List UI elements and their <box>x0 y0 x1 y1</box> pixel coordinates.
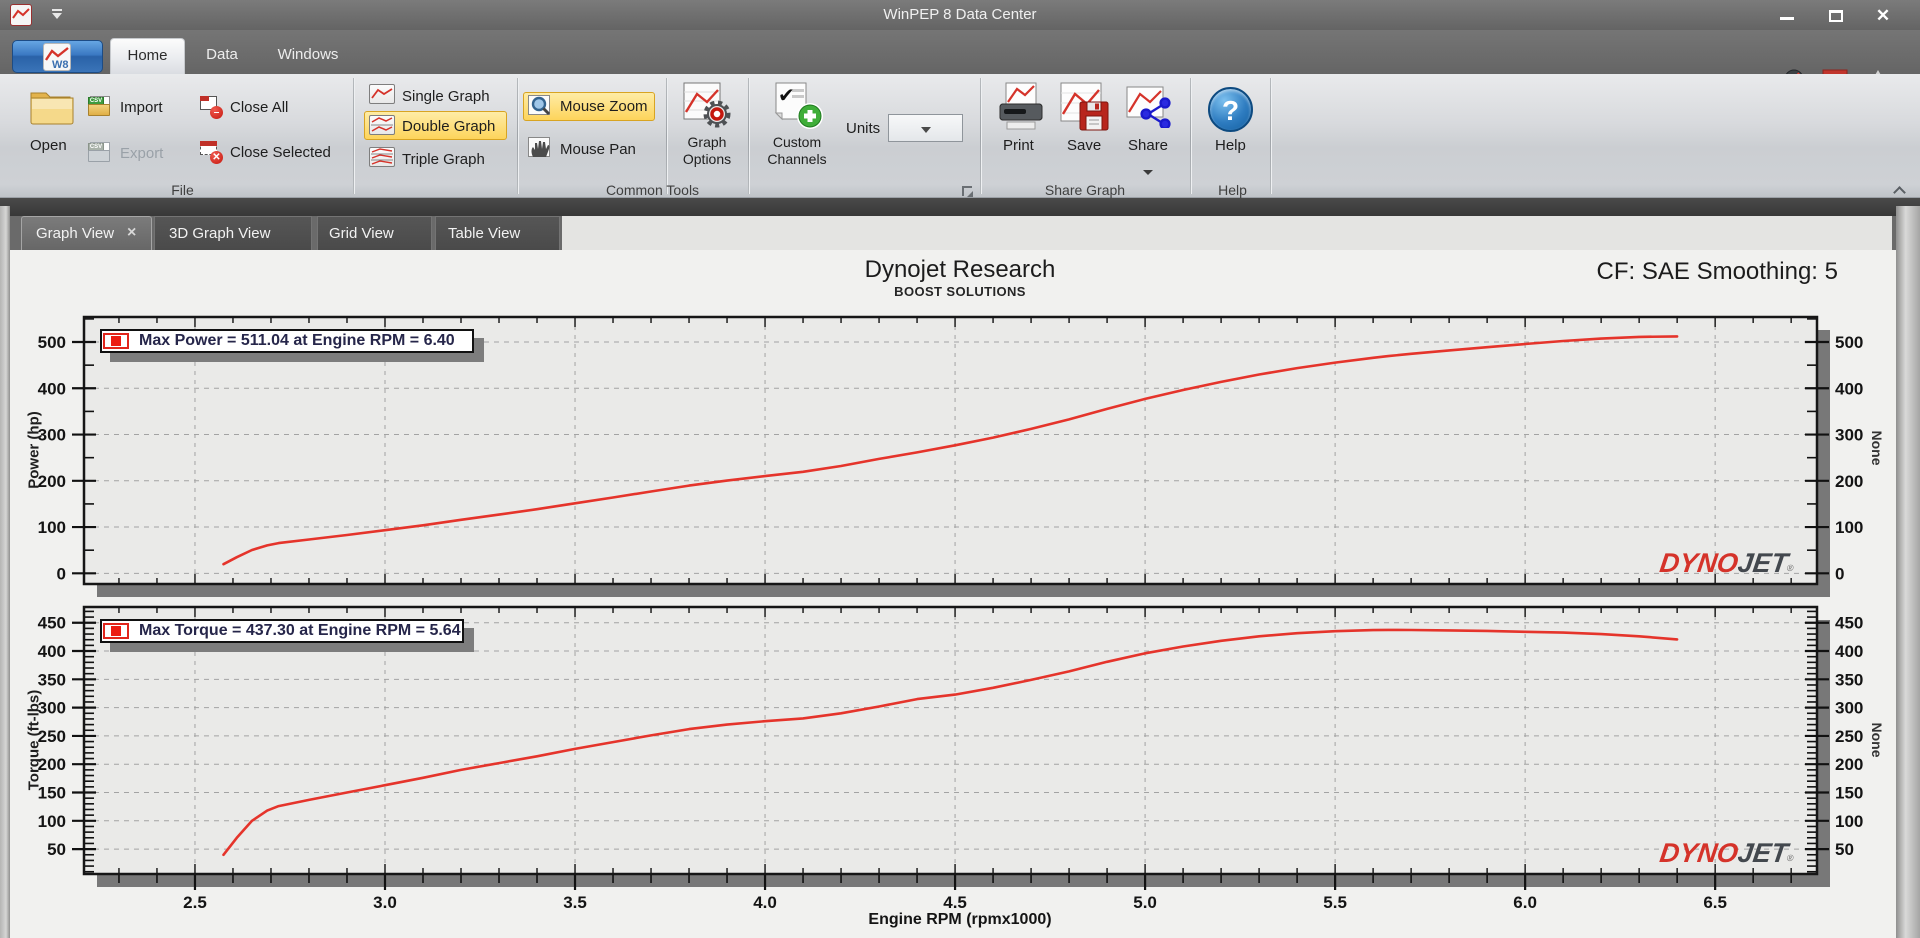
power-series-swatch <box>103 333 129 349</box>
mouse-pan-button[interactable]: Mouse Pan <box>560 141 636 158</box>
dynojet-logo: DYNOJET® <box>1657 548 1795 578</box>
button-separator <box>517 78 518 194</box>
save-icon[interactable] <box>1060 82 1110 132</box>
dynojet-logo: DYNOJET® <box>1657 838 1795 868</box>
ribbon-tab-row: W8 Home Data Windows <box>0 30 1920 95</box>
tab-3d-graph-view[interactable]: 3D Graph View <box>154 216 312 250</box>
tab-table-view[interactable]: Table View <box>435 216 560 250</box>
group-separator <box>1190 78 1191 194</box>
graph-options-button[interactable]: Graph Options <box>671 134 743 168</box>
open-button[interactable]: Open <box>30 137 67 154</box>
mouse-zoom-button[interactable]: Mouse Zoom <box>560 98 648 115</box>
save-button[interactable]: Save <box>1067 137 1101 154</box>
open-folder-icon[interactable] <box>28 86 76 131</box>
application-menu-button[interactable]: W8 <box>12 40 103 73</box>
common-tools-group-label: Common Tools <box>605 182 700 198</box>
help-group-label: Help <box>1218 182 1247 198</box>
mouse-pan-icon <box>528 137 552 159</box>
double-graph-button[interactable]: Double Graph <box>402 118 495 135</box>
minimize-button[interactable] <box>1779 9 1797 23</box>
dialog-launcher-icon[interactable] <box>962 186 973 197</box>
close-button[interactable]: ✕ <box>1874 7 1892 24</box>
group-separator <box>353 78 354 194</box>
import-icon[interactable]: CSV <box>88 96 112 118</box>
tab-windows[interactable]: Windows <box>262 38 354 74</box>
file-group-label: File <box>171 182 194 198</box>
tab-data[interactable]: Data <box>190 38 254 74</box>
import-button[interactable]: Import <box>120 99 163 116</box>
window-right-edge <box>1896 206 1920 938</box>
custom-channels-button[interactable]: Custom Channels <box>758 134 836 168</box>
power-axis-label: Power (hp) <box>25 411 43 489</box>
help-button[interactable]: Help <box>1215 137 1246 154</box>
print-icon[interactable] <box>998 82 1044 132</box>
winpep-logo-icon: W8 <box>43 43 71 71</box>
print-button[interactable]: Print <box>1003 137 1034 154</box>
svg-text:W8: W8 <box>52 59 69 70</box>
close-selected-icon[interactable]: ✕ <box>199 140 223 164</box>
title-bar: WinPEP 8 Data Center ✕ <box>0 0 1920 30</box>
mouse-zoom-icon <box>528 95 552 117</box>
tab-bar-background <box>562 216 1892 250</box>
graph-title: Dynojet Research <box>864 256 1056 283</box>
single-graph-button[interactable]: Single Graph <box>402 88 490 105</box>
x-axis-label: Engine RPM (rpmx1000) <box>868 911 1052 928</box>
close-selected-button[interactable]: Close Selected <box>230 144 331 161</box>
group-separator <box>980 78 981 194</box>
tab-graph-view[interactable]: Graph View × <box>21 216 152 250</box>
share-button[interactable]: Share <box>1128 137 1168 154</box>
maximize-button[interactable] <box>1828 9 1846 23</box>
document-tab-bar: Graph View × 3D Graph View Grid View Tab… <box>0 216 1920 250</box>
window-title: WinPEP 8 Data Center <box>883 6 1037 23</box>
torque-series-swatch <box>103 623 129 639</box>
power-legend[interactable]: Max Power = 511.04 at Engine RPM = 6.40 <box>100 329 474 353</box>
torque-right-axis-label: None <box>1869 722 1885 758</box>
close-all-button[interactable]: Close All <box>230 99 288 116</box>
window-left-edge <box>0 206 10 938</box>
triple-graph-icon <box>369 147 395 167</box>
svg-text:✔: ✔ <box>778 83 795 107</box>
ribbon: Open CSV Import CSV Export – Close All ✕… <box>0 74 1920 198</box>
close-all-icon[interactable]: – <box>199 95 223 119</box>
close-tab-icon[interactable]: × <box>127 224 136 242</box>
tab-grid-view[interactable]: Grid View <box>317 216 432 250</box>
tab-home[interactable]: Home <box>110 38 185 74</box>
torque-axis-label: Torque (ft-lbs) <box>25 689 43 791</box>
graph-options-icon[interactable] <box>683 82 733 130</box>
export-icon: CSV <box>88 142 112 164</box>
correction-factor-label: CF: SAE Smoothing: 5 <box>1596 258 1838 285</box>
torque-legend[interactable]: Max Torque = 437.30 at Engine RPM = 5.64 <box>100 619 464 643</box>
group-separator <box>1270 78 1271 194</box>
units-label: Units <box>846 120 881 137</box>
graph-subtitle: BOOST SOLUTIONS <box>894 284 1026 299</box>
ribbon-collapse-icon[interactable] <box>1893 186 1905 194</box>
share-graph-group-label: Share Graph <box>1044 182 1126 198</box>
double-graph-icon <box>369 115 395 135</box>
triple-graph-button[interactable]: Triple Graph <box>402 151 485 168</box>
button-separator <box>666 78 667 194</box>
help-icon[interactable]: ? <box>1208 87 1253 132</box>
ribbon-bottom-strip <box>0 198 1920 216</box>
single-graph-icon <box>369 84 395 104</box>
custom-channels-icon[interactable]: ✔ <box>772 82 824 130</box>
units-dropdown[interactable] <box>888 114 963 142</box>
graph-view-panel <box>0 250 1920 938</box>
export-button: Export <box>120 145 164 162</box>
button-separator <box>748 78 749 194</box>
share-icon[interactable] <box>1126 86 1174 130</box>
power-right-axis-label: None <box>1869 430 1885 466</box>
share-dropdown-arrow[interactable] <box>1143 170 1153 175</box>
